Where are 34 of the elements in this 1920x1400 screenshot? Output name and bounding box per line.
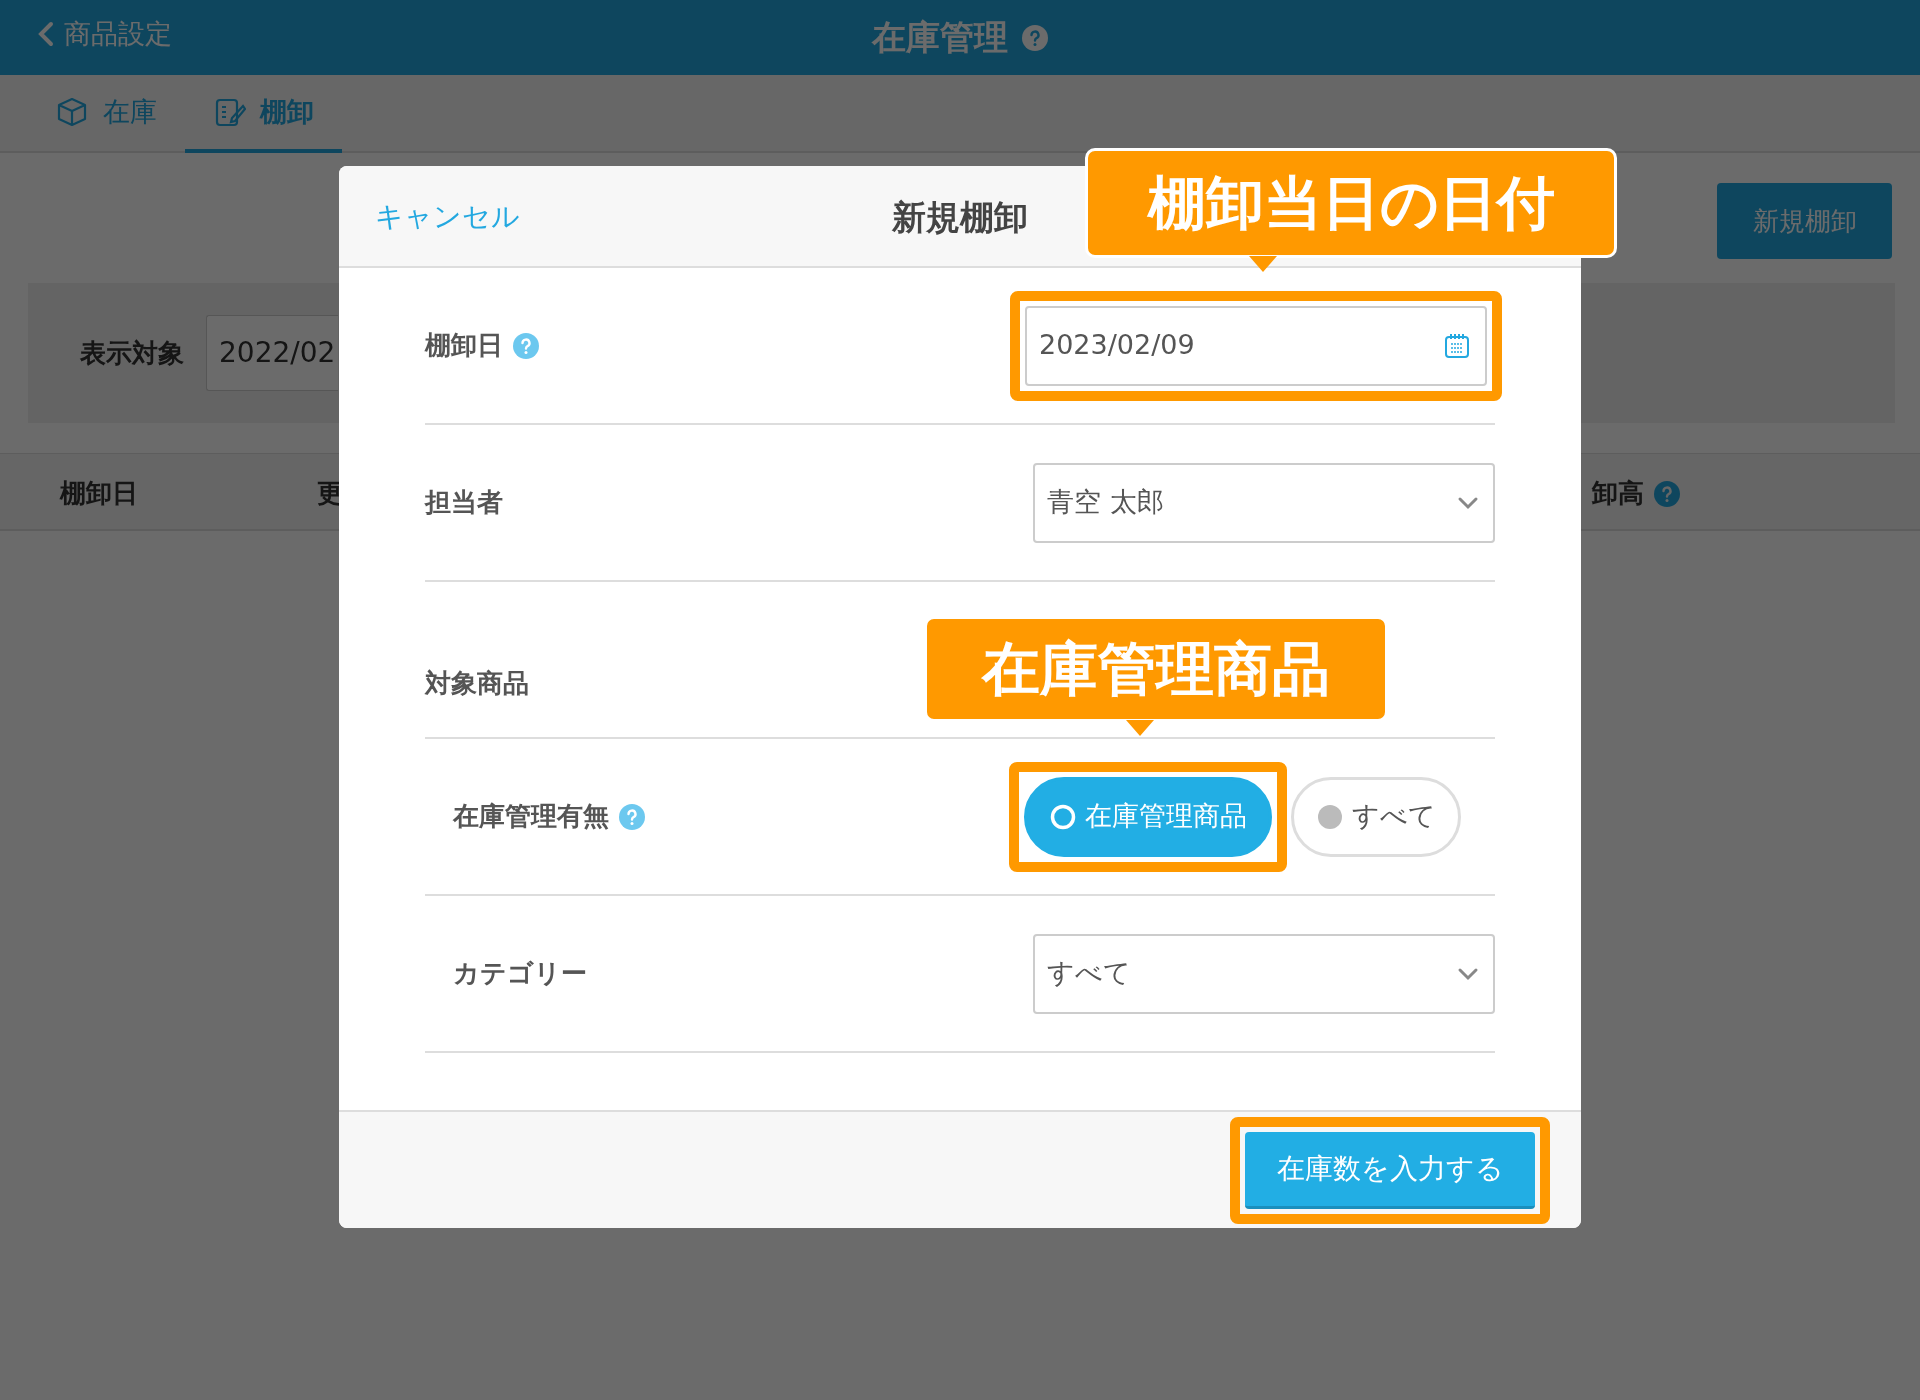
callout-pointer (1126, 720, 1154, 736)
radio-option[interactable]: 在庫管理商品 (1024, 776, 1272, 857)
column-header: 更 (317, 477, 343, 510)
field-label: 対象商品 (425, 667, 529, 700)
radio-option[interactable]: すべて (1291, 776, 1461, 857)
callout: 棚卸当日の日付 (1085, 148, 1617, 258)
modal-title: 新規棚卸 (892, 197, 1028, 237)
radio-ring-icon (1049, 802, 1077, 831)
radio-dot-icon (1316, 802, 1344, 831)
select-field[interactable]: 青空 太郎 (1033, 462, 1495, 543)
back-link[interactable]: 商品設定 (38, 14, 172, 55)
column-header: 卸高 (1592, 477, 1644, 510)
tab[interactable]: 棚卸 (185, 75, 342, 153)
field-label: 在庫管理有無 (453, 800, 609, 833)
callout: 在庫管理商品 (924, 616, 1388, 722)
cancel-link[interactable]: キャンセル (375, 196, 520, 238)
submit-button[interactable]: 在庫数を入力する (1245, 1131, 1535, 1209)
callout-pointer (1249, 256, 1277, 272)
column-header: 棚卸日 (60, 477, 138, 510)
filter-label: 表示対象 (80, 336, 184, 370)
date-field[interactable]: 2023/02/09 (1025, 305, 1487, 386)
box-icon (56, 96, 89, 128)
date-field[interactable]: 2022/02 (206, 315, 338, 391)
field-label: 担当者 (425, 486, 503, 519)
back-chevron-icon (38, 21, 54, 48)
field-label: 棚卸日 (425, 329, 503, 362)
field-label: カテゴリー (453, 957, 587, 990)
calendar-icon (1443, 331, 1471, 360)
page-title: 在庫管理 (872, 16, 1008, 59)
new-button[interactable]: 新規棚卸 (1717, 183, 1892, 259)
clipboard-pencil-icon (213, 96, 246, 128)
back-label: 商品設定 (64, 17, 172, 51)
select-field[interactable]: すべて (1033, 933, 1495, 1014)
tab[interactable]: 在庫 (28, 75, 185, 153)
